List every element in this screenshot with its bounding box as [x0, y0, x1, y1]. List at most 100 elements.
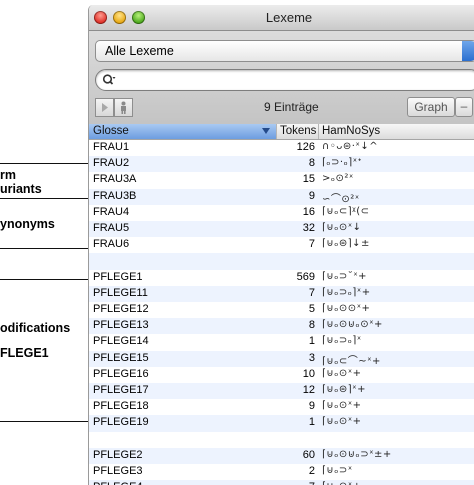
cell-tokens: 569: [296, 270, 315, 283]
cell-hamnosys-glyphs: ⌈⊍ₒ⊙ˣ+: [322, 367, 362, 379]
cell-gloss: FRAU3A: [93, 173, 137, 186]
table-row[interactable]: PFLEGE12 5 ⌈⊍ₒ⊙⊙ˣ+: [89, 302, 474, 318]
annotation-synonyms: ynonyms: [0, 217, 55, 231]
table-row[interactable]: PFLEGE3 2 ⌈⊍ₒ⊃ˣ: [89, 464, 474, 480]
cell-hamnosys-glyphs: ⌈⊍ₒ⊙ˣ+: [322, 400, 362, 412]
person-button[interactable]: [114, 98, 133, 117]
cell-hamnosys-glyphs: ⌈⊍ₒ⊙ˣ↓: [322, 222, 362, 233]
table-row[interactable]: FRAU1 126 ∩◦ᴗ⊜·ˣ↓^: [89, 140, 474, 156]
cell-tokens: 9: [308, 189, 315, 202]
search-field[interactable]: [95, 69, 474, 91]
group-divider: [0, 198, 90, 199]
cell-hamnosys-glyphs: ⌈⊍ₒ⊙ˣ+: [322, 481, 472, 485]
table-row[interactable]: FRAU3B 9 ∽⌒⊙²ˣ: [89, 188, 474, 205]
column-header-gloss[interactable]: Glosse: [89, 124, 277, 139]
graph-button[interactable]: Graph: [407, 97, 455, 117]
table-row[interactable]: FRAU2 8 ⌈ₒ⊃·ₒ⌉ˣᐩ: [89, 156, 474, 173]
entry-count: 9 Einträge: [264, 100, 319, 114]
table-row[interactable]: FRAU5 32 ⌈⊍ₒ⊙ˣ↓: [89, 221, 474, 238]
cell-hamnosys-glyphs: ∩◦ᴗ⊜·ˣ↓^: [322, 141, 379, 152]
table-row[interactable]: FRAU4 16 ⌈⊍ₒ⊂⌉ᵡ(⊂: [89, 205, 474, 221]
cell-hamnosys-glyphs: ⌈⊍ₒ⊜⌉ˣ+: [322, 384, 366, 395]
cell-gloss: PFLEGE15: [93, 351, 149, 364]
cell-gloss: FRAU3B: [93, 189, 137, 202]
table-row[interactable]: PFLEGE19 1 ⌈⊍ₒ⊙ˣ+: [89, 415, 474, 432]
cell-tokens: 126: [296, 141, 315, 153]
cell-gloss: FRAU5: [93, 222, 130, 234]
cell-tokens: 3: [308, 351, 315, 364]
cell-gloss: PFLEGE4: [93, 481, 143, 485]
search-input[interactable]: [122, 72, 466, 89]
cell-hamnosys-glyphs: ⌈⊍ₒ⊜⌉↓±: [322, 238, 370, 250]
cell-hamnosys-glyphs: >ₒ⊙²ˣ: [322, 173, 354, 185]
column-header-hamnosys[interactable]: HamNoSys: [319, 124, 474, 139]
column-header-gloss-label: Glosse: [93, 125, 129, 137]
lexeme-filter-value: Alle Lexeme: [105, 44, 174, 58]
cell-gloss: PFLEGE18: [93, 400, 149, 413]
remove-button[interactable]: –: [455, 97, 473, 117]
cell-gloss: FRAU2: [93, 157, 130, 170]
table-row[interactable]: PFLEGE2 60 ⌈⊍ₒ⊙⊍ₒ⊃ˣ±+: [89, 447, 474, 464]
cell-gloss: PFLEGE11: [93, 286, 148, 299]
cell-tokens: 8: [308, 319, 315, 332]
cell-gloss: PFLEGE2: [93, 448, 143, 461]
cell-gloss: PFLEGE16: [93, 367, 149, 380]
cell-hamnosys-glyphs: ⌈⊍ₒ⊙⊍ₒ⊙ˣ+: [322, 319, 383, 331]
table-row[interactable]: PFLEGE11 7 ⌈⊍ₒ⊃ₒ⌉ˣ+: [89, 285, 474, 302]
cell-hamnosys-glyphs: ⌈⊍ₒ⊂⌉ᵡ(⊂: [322, 205, 370, 217]
table-row[interactable]: PFLEGE13 8 ⌈⊍ₒ⊙⊍ₒ⊙ˣ+: [89, 318, 474, 335]
column-header-tokens[interactable]: Tokens: [277, 124, 319, 139]
cell-gloss: PFLEGE3: [93, 465, 143, 477]
table-row-empty[interactable]: [89, 253, 474, 270]
cell-hamnosys-glyphs: ⌈⊍ₒ⊃˘ˣ+: [322, 270, 368, 282]
group-divider: [0, 421, 90, 422]
cell-hamnosys-glyphs: ⌈⊍ₒ⊙⊙ˣ+: [322, 303, 371, 314]
play-button[interactable]: [95, 98, 114, 117]
lexeme-filter-popup[interactable]: Alle Lexeme: [95, 40, 474, 62]
search-icon[interactable]: [102, 73, 116, 87]
table-header: Glosse Tokens HamNoSys: [89, 124, 474, 140]
annotation-modifications: odifications: [0, 321, 71, 335]
cell-tokens: 1: [308, 416, 315, 429]
table-row[interactable]: FRAU6 7 ⌈⊍ₒ⊜⌉↓±: [89, 237, 474, 253]
cell-hamnosys-glyphs: ⌈⊍ₒ⊙ˣ+: [322, 416, 362, 428]
table-row[interactable]: PFLEGE17 12 ⌈⊍ₒ⊜⌉ˣ+: [89, 383, 474, 400]
cell-tokens: 32: [302, 222, 315, 234]
popup-arrow-icon: [462, 41, 474, 61]
cell-hamnosys-glyphs: ∽⌒⊙²ˣ: [322, 193, 360, 205]
title-bar[interactable]: Lexeme: [89, 5, 474, 31]
cell-hamnosys-glyphs: ⌈⊍ₒ⊃ₒ⌉ˣ: [322, 335, 362, 347]
annotation-form-variants-line2: uriants: [0, 182, 42, 196]
cell-hamnosys-glyphs: ⌈⊍ₒ⊂⌒~ˣ+: [322, 355, 381, 367]
table-row[interactable]: PFLEGE15 3 ⌈⊍ₒ⊂⌒~ˣ+: [89, 350, 474, 367]
group-divider: [0, 163, 90, 164]
cell-tokens: 5: [308, 303, 315, 315]
window-title: Lexeme: [265, 10, 313, 25]
annotation-pflege1: FLEGE1: [0, 346, 49, 360]
cell-gloss: PFLEGE14: [93, 335, 149, 348]
play-icon: [102, 103, 108, 112]
cell-tokens: 7: [308, 238, 315, 251]
table-row[interactable]: FRAU3A 15 >ₒ⊙²ˣ: [89, 172, 474, 188]
table-row[interactable]: PFLEGE1 569 ⌈⊍ₒ⊃˘ˣ+: [89, 270, 474, 286]
sort-descending-icon: [262, 128, 270, 134]
cell-gloss: FRAU1: [93, 141, 130, 153]
table-row-empty[interactable]: [89, 432, 474, 448]
table-row[interactable]: PFLEGE4 7 ⌈⊍ₒ⊙ˣ+: [89, 480, 474, 485]
table-row[interactable]: PFLEGE16 10 ⌈⊍ₒ⊙ˣ+: [89, 367, 474, 383]
cell-gloss: FRAU4: [93, 205, 130, 218]
group-divider: [0, 248, 90, 249]
table-row[interactable]: PFLEGE18 9 ⌈⊍ₒ⊙ˣ+: [89, 399, 474, 415]
cell-hamnosys-glyphs: ⌈⊍ₒ⊙⊍ₒ⊃ˣ±+: [322, 448, 392, 460]
cell-tokens: 7: [277, 481, 315, 485]
cell-gloss: PFLEGE17: [93, 384, 149, 396]
cell-hamnosys-glyphs: ⌈⊍ₒ⊃ˣ: [322, 465, 353, 476]
cell-tokens: 8: [308, 157, 315, 170]
cell-hamnosys-glyphs: ⌈ₒ⊃·ₒ⌉ˣᐩ: [322, 157, 362, 169]
cell-gloss: PFLEGE12: [93, 303, 149, 315]
cell-tokens: 1: [308, 335, 315, 348]
cell-tokens: 7: [308, 286, 315, 299]
cell-gloss: PFLEGE19: [93, 416, 149, 429]
table-row[interactable]: PFLEGE14 1 ⌈⊍ₒ⊃ₒ⌉ˣ: [89, 334, 474, 350]
cell-tokens: 2: [308, 465, 315, 477]
